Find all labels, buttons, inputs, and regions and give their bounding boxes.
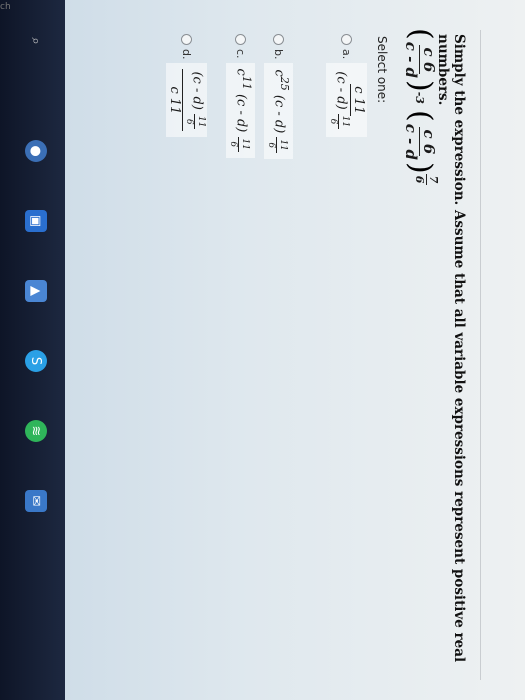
spotify-icon[interactable]: ≋ (25, 420, 47, 442)
radio-d[interactable] (181, 34, 192, 45)
fraction-1: c 6 c - d (402, 41, 439, 79)
question-text: Simply the expression. Assume that all v… (435, 34, 467, 663)
skype-icon[interactable]: S (25, 350, 47, 372)
screen: Simply the expression. Assume that all v… (0, 0, 525, 700)
option-b[interactable]: b. c25 (c - d) 11 6 (264, 34, 293, 159)
option-a[interactable]: a. c 11 (c - d) 11 6 (326, 34, 367, 138)
question-expression: ( c 6 c - d ) -3 ( c 6 c - d ) 7 6 (402, 28, 440, 186)
select-one-label: Select one: (375, 36, 389, 104)
photos-icon[interactable]: ▲ (25, 280, 47, 302)
taskbar: ⌕ ● ▣ ▲ S ≋ ✉ (0, 0, 65, 700)
corner-label: ch (0, 2, 11, 12)
option-a-expression: c 11 (c - d) 11 6 (326, 63, 367, 138)
option-d[interactable]: d. (c - d) 11 6 c 11 (166, 34, 207, 138)
fraction-2: c 6 c - d (402, 123, 439, 160)
option-c[interactable]: c. c11 (c - d) 11 6 (226, 34, 255, 158)
option-c-expression: c11 (c - d) 11 6 (226, 62, 255, 158)
quiz-page: Simply the expression. Assume that all v… (65, 0, 525, 700)
radio-a[interactable] (341, 34, 352, 45)
exponent-1: -3 (413, 91, 427, 104)
store-icon[interactable]: ▣ (25, 210, 47, 232)
mail-icon[interactable]: ✉ (25, 490, 47, 512)
divider (480, 30, 481, 680)
search-icon[interactable]: ⌕ (25, 30, 47, 52)
exponent-2: 7 6 (413, 173, 440, 186)
radio-b[interactable] (273, 34, 284, 45)
chrome-icon[interactable]: ● (25, 140, 47, 162)
radio-c[interactable] (235, 34, 246, 45)
option-b-expression: c25 (c - d) 11 6 (264, 63, 293, 159)
option-d-expression: (c - d) 11 6 c 11 (166, 63, 207, 138)
